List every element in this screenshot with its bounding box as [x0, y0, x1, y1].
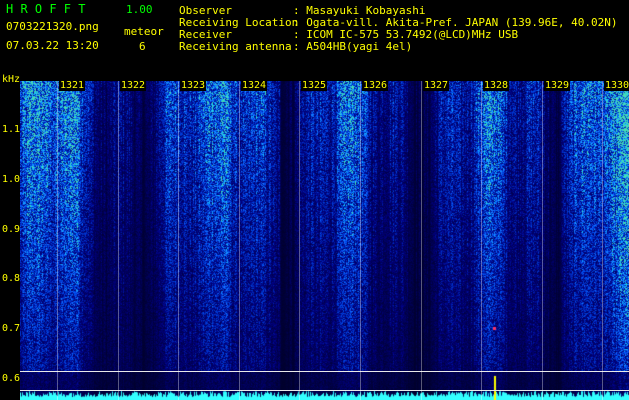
- y-tick-1-1: 1.1: [2, 124, 21, 135]
- y-tick-0-8: 0.8: [2, 273, 21, 284]
- antenna-label: Receiving antenna: [179, 40, 292, 53]
- location-value: : Ogata-vill. Akita-Pref. JAPAN (139.96E…: [293, 16, 618, 29]
- noise-band-top-line: [20, 371, 629, 372]
- y-unit-label: kHz: [2, 74, 21, 85]
- minute-label: 1324: [241, 80, 268, 91]
- antenna-value: : A504HB(yagi 4el): [293, 40, 413, 53]
- minute-line: [542, 81, 543, 400]
- y-tick-0-7: 0.7: [2, 323, 21, 334]
- minute-line: [299, 81, 300, 400]
- y-tick-0-9: 0.9: [2, 224, 21, 235]
- minute-line: [602, 81, 603, 400]
- minute-label: 1329: [544, 80, 571, 91]
- minute-line: [481, 81, 482, 400]
- minute-label: 1323: [180, 80, 207, 91]
- minute-line: [57, 81, 58, 400]
- receiver-value: : ICOM IC-575 53.7492(@LCD)MHz USB: [293, 28, 519, 41]
- spectrogram-plot: [20, 81, 629, 400]
- y-tick-1-0: 1.0: [2, 174, 21, 185]
- minute-label: 1326: [362, 80, 389, 91]
- meteor-count: 6: [139, 40, 146, 53]
- minute-label: 1328: [483, 80, 510, 91]
- app-version: 1.00: [126, 3, 153, 16]
- meteor-label: meteor: [124, 25, 164, 38]
- noise-band-bottom-line: [20, 390, 629, 391]
- minute-label: 1330: [604, 80, 629, 91]
- observer-value: : Masayuki Kobayashi: [293, 4, 426, 17]
- minute-line: [239, 81, 240, 400]
- y-tick-0-6: 0.6: [2, 373, 21, 384]
- spectrogram-canvas: [20, 81, 629, 400]
- file-name: 0703221320.png: [6, 20, 99, 33]
- frequency-axis: kHz 1.1 1.0 0.9 0.8 0.7 0.6: [0, 70, 20, 400]
- observer-label: Observer: [179, 4, 232, 17]
- minute-label: 1327: [423, 80, 450, 91]
- minute-line: [118, 81, 119, 400]
- receiver-label: Receiver: [179, 28, 232, 41]
- minute-label: 1322: [120, 80, 147, 91]
- minute-line: [178, 81, 179, 400]
- minute-label: 1321: [59, 80, 86, 91]
- app-title: H R O F F T: [6, 2, 86, 16]
- minute-line: [360, 81, 361, 400]
- minute-label: 1325: [301, 80, 328, 91]
- location-label: Receiving Location: [179, 16, 299, 29]
- minute-line: [421, 81, 422, 400]
- capture-datetime: 07.03.22 13:20: [6, 39, 99, 52]
